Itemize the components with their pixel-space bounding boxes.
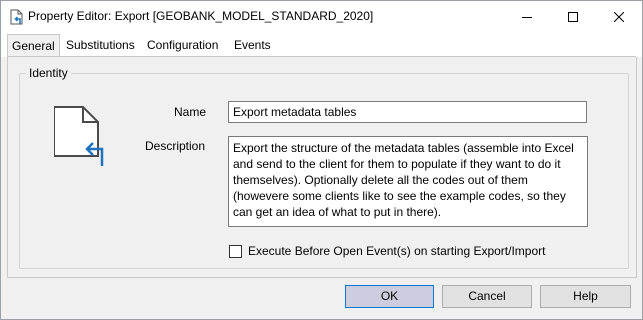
export-document-icon [10, 9, 24, 25]
minimize-icon [522, 16, 532, 18]
name-input[interactable] [228, 101, 587, 123]
general-tab-page: Name Description Export the structure of… [7, 57, 637, 278]
title-bar[interactable]: Property Editor: Export [GEOBANK_MODEL_S… [1, 1, 642, 32]
minimize-button[interactable] [504, 1, 550, 32]
name-label: Name [174, 105, 207, 119]
description-label: Description [145, 139, 206, 153]
execute-before-open-label[interactable]: Execute Before Open Event(s) on starting… [248, 244, 545, 258]
tab-substitutions[interactable]: Substitutions [62, 35, 139, 55]
execute-before-open-checkbox[interactable] [229, 245, 242, 258]
property-editor-window: Property Editor: Export [GEOBANK_MODEL_S… [0, 0, 643, 320]
window-title: Property Editor: Export [GEOBANK_MODEL_S… [28, 9, 374, 23]
identity-group-label: Identity [26, 66, 71, 80]
close-icon [614, 11, 624, 22]
tab-events[interactable]: Events [230, 35, 275, 55]
cancel-button[interactable]: Cancel [442, 285, 532, 308]
export-document-icon [53, 106, 116, 170]
identity-group: Name Description Export the structure of… [19, 73, 629, 269]
help-button[interactable]: Help [540, 285, 631, 308]
ok-button[interactable]: OK [345, 285, 434, 308]
maximize-icon [568, 11, 578, 22]
tab-configuration[interactable]: Configuration [143, 35, 222, 55]
maximize-button[interactable] [550, 1, 596, 32]
tab-general[interactable]: General [7, 34, 60, 58]
description-textarea[interactable]: Export the structure of the metadata tab… [228, 136, 588, 227]
tab-strip: General Substitutions Configuration Even… [1, 32, 642, 58]
close-button[interactable] [596, 1, 642, 32]
